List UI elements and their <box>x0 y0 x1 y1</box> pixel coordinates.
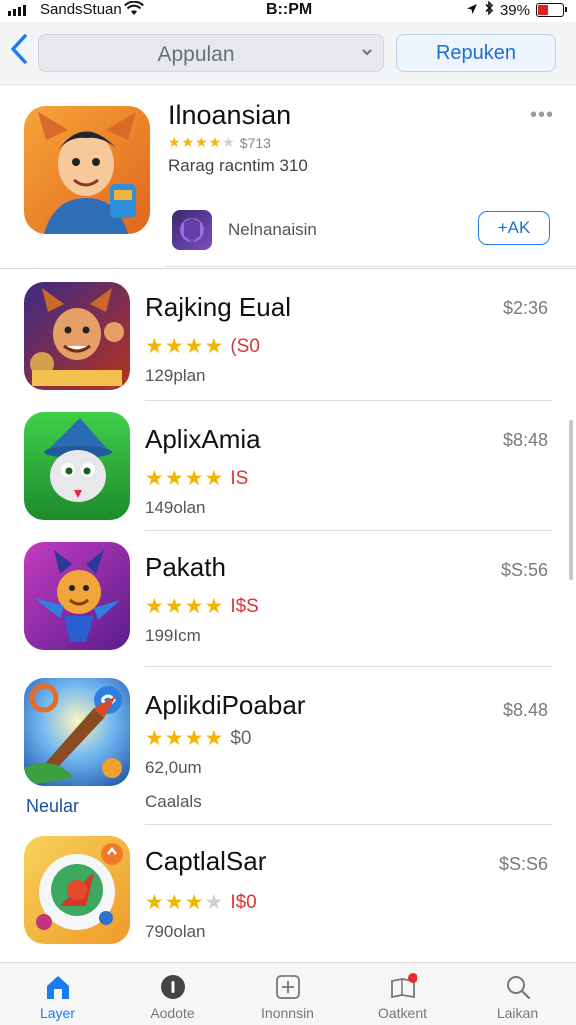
app-icon <box>24 678 130 786</box>
tab-oatkent[interactable]: Oatkent <box>345 963 460 1025</box>
app-price[interactable]: $S:56 <box>501 560 548 581</box>
app-icon <box>24 282 130 390</box>
app-icon <box>24 412 130 520</box>
carrier-name: SandsStuan <box>40 1 122 18</box>
bluetooth-icon <box>484 0 494 19</box>
get-button[interactable]: +AK <box>478 211 550 245</box>
app-rating: ★★★★ I$S <box>145 594 259 619</box>
app-rating: ★★★★ $0 <box>145 726 251 751</box>
tab-bar: Layer Aodote Inonnsin Oatkent Laikan <box>0 962 576 1025</box>
featured-app[interactable]: Ilnoansian ★★★★★ $713 Rarag racntim 310 … <box>0 86 576 269</box>
featured-app-rating: ★★★★★ $713 <box>168 134 271 151</box>
list-item[interactable]: CaptlalSar ★★★★ I$0 790olan $S:S6 <box>0 826 576 962</box>
divider <box>145 666 552 667</box>
tab-laikan[interactable]: Laikan <box>460 963 575 1025</box>
list-item[interactable]: AplikdiPoabar ★★★★ $0 62,0um Caalals Neu… <box>0 668 576 826</box>
battery-icon <box>536 3 567 17</box>
featured-app-title: Ilnoansian <box>168 100 292 130</box>
app-rating: ★★★★ IS <box>145 466 248 491</box>
wifi-icon <box>124 0 144 21</box>
app-subtitle: 62,0um <box>145 758 202 777</box>
list-item[interactable]: AplixAmia ★★★★ IS 149olan $8:48 <box>0 402 576 532</box>
signal-icon <box>8 5 26 16</box>
rating-label: I$S <box>230 595 259 617</box>
rating-label: IS <box>230 467 249 489</box>
featured-app-subtitle: Rarag racntim 310 <box>168 156 308 175</box>
chevron-down-icon <box>361 44 373 60</box>
tab-label: Aodote <box>150 1005 195 1021</box>
featured-mini-label: Nelnanaisin <box>228 220 317 239</box>
list-item[interactable]: Rajking Eual ★★★★ (S0 129plan $2:36 <box>0 270 576 402</box>
app-price[interactable]: $2:36 <box>503 298 548 319</box>
search-dropdown[interactable]: Appulan <box>38 34 384 72</box>
tab-label: Inonnsin <box>261 1005 314 1021</box>
star-rating-icon: ★★★★★ <box>168 134 236 150</box>
app-icon <box>24 836 130 944</box>
star-rating-icon: ★★★★ <box>145 891 225 914</box>
app-title: Rajking Eual <box>145 292 291 322</box>
info-icon <box>161 975 185 999</box>
rating-label: $0 <box>230 727 252 749</box>
featured-app-icon <box>24 106 150 234</box>
rating-label: (S0 <box>230 335 260 357</box>
chevron-left-icon <box>11 34 27 64</box>
star-rating-icon: ★★★★ <box>145 335 225 358</box>
app-subtitle: 149olan <box>145 498 206 517</box>
divider <box>145 400 552 401</box>
featured-mini-icon <box>172 210 212 250</box>
app-subtitle: 199Icm <box>145 626 201 645</box>
app-title: CaptlalSar <box>145 846 267 876</box>
app-price[interactable]: $8:48 <box>503 430 548 451</box>
search-icon <box>507 976 531 1000</box>
app-icon <box>24 542 130 650</box>
app-rating: ★★★★ I$0 <box>145 890 257 915</box>
rating-label: I$0 <box>230 891 257 913</box>
star-rating-icon: ★★★★ <box>145 727 225 750</box>
tab-aodote[interactable]: Aodote <box>115 963 230 1025</box>
star-rating-icon: ★★★★ <box>145 467 225 490</box>
home-icon <box>47 976 69 999</box>
app-extra-label: Caalals <box>145 792 202 811</box>
book-badge-icon <box>391 973 417 999</box>
app-title: AplixAmia <box>145 424 261 454</box>
location-icon <box>466 2 478 19</box>
plus-square-icon <box>276 975 300 999</box>
tab-layer[interactable]: Layer <box>0 963 115 1025</box>
tab-label: Laikan <box>496 1005 539 1021</box>
app-title: Pakath <box>145 552 226 582</box>
star-rating-icon: ★★★★ <box>145 595 225 618</box>
app-rating: ★★★★ (S0 <box>145 334 260 359</box>
tab-inonnsin[interactable]: Inonnsin <box>230 963 345 1025</box>
nav-bar: Appulan Repuken <box>0 22 576 85</box>
status-bar: SandsStuan B::PM 39% <box>0 0 576 22</box>
search-dropdown-label: Appulan <box>157 43 235 66</box>
app-subtitle: 129plan <box>145 366 206 385</box>
featured-rating-value: $713 <box>239 134 271 151</box>
icon-caption: Neular <box>26 796 80 816</box>
tab-label: Layer <box>39 1005 76 1021</box>
nav-action-button[interactable]: Repuken <box>396 34 556 72</box>
battery-percent: 39% <box>499 1 530 19</box>
status-time: B::PM <box>266 1 313 18</box>
tab-label: Oatkent <box>377 1005 428 1021</box>
app-title: AplikdiPoabar <box>145 690 306 720</box>
scrollbar[interactable] <box>569 420 573 580</box>
divider <box>145 530 552 531</box>
app-price[interactable]: $8.48 <box>503 700 548 721</box>
app-price[interactable]: $S:S6 <box>499 854 548 875</box>
list-item[interactable]: Pakath ★★★★ I$S 199Icm $S:56 <box>0 532 576 668</box>
more-options-icon[interactable]: ••• <box>530 104 554 127</box>
divider <box>166 266 576 267</box>
divider <box>145 824 552 825</box>
app-subtitle: 790olan <box>145 922 206 941</box>
back-button[interactable] <box>8 32 36 72</box>
